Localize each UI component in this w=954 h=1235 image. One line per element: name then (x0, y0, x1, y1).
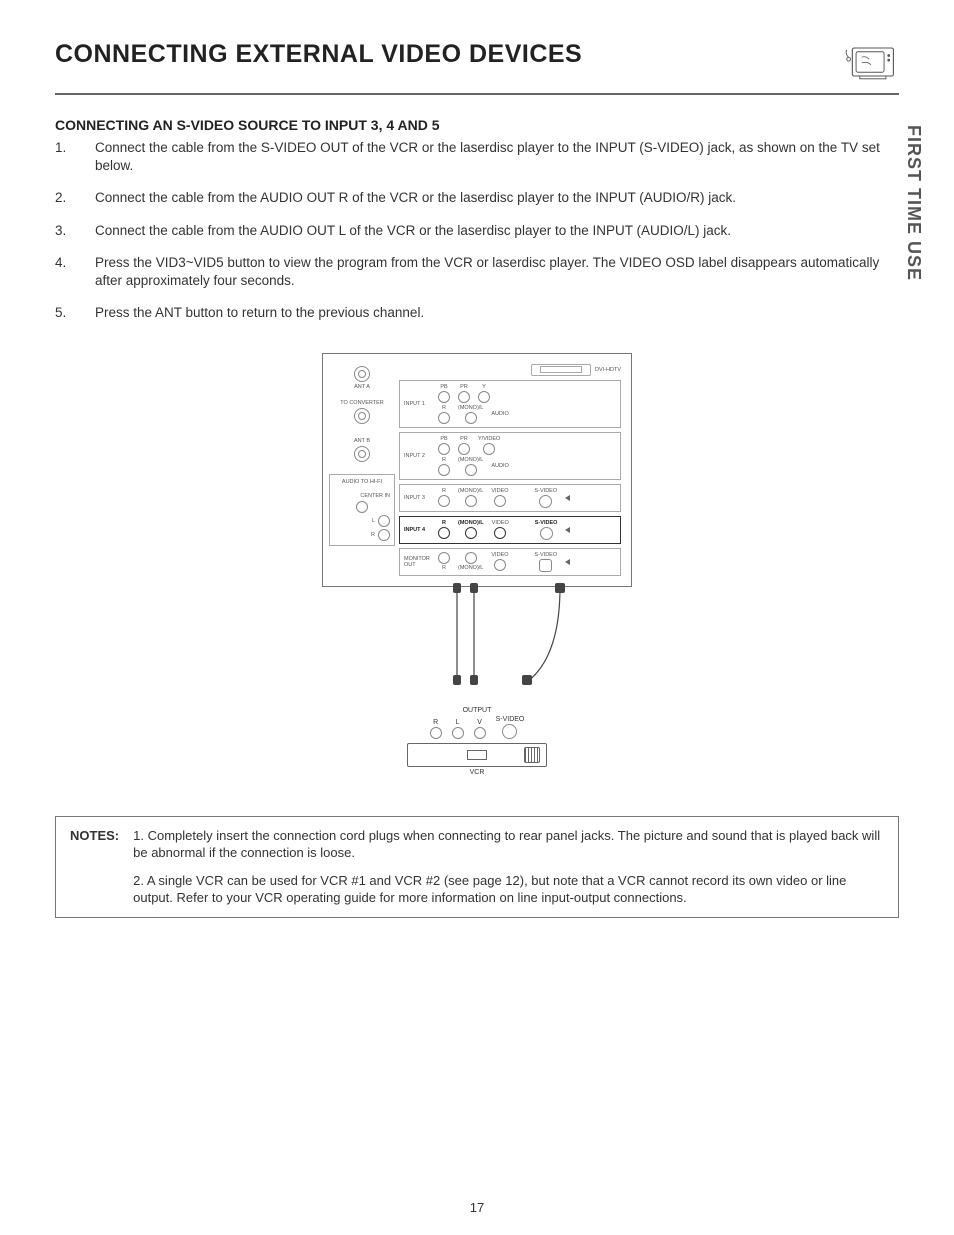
triangle-left-icon (565, 495, 570, 501)
coax-jack-icon (354, 366, 370, 382)
vcr-label: VCR (322, 769, 632, 776)
dvi-port-icon (531, 364, 591, 376)
step-text: Connect the cable from the AUDIO OUT R o… (95, 189, 736, 207)
section-heading: CONNECTING AN S-VIDEO SOURCE TO INPUT 3,… (55, 117, 899, 133)
rca-jack-icon (356, 501, 368, 513)
input3-panel: INPUT 3 R (MONO)/L VIDEO S-VIDEO (399, 484, 621, 512)
cable-run-icon (322, 587, 632, 707)
step-text: Connect the cable from the S-VIDEO OUT o… (95, 139, 899, 175)
input2-panel: INPUT 2 PB PR Y/VIDEO R (MONO)/L (399, 432, 621, 480)
svideo-jack-icon (540, 527, 553, 540)
triangle-left-icon (565, 559, 570, 565)
step-text: Connect the cable from the AUDIO OUT L o… (95, 222, 731, 240)
rca-jack-icon (378, 529, 390, 541)
svideo-jack-icon (502, 724, 517, 739)
step-text: Press the ANT button to return to the pr… (95, 304, 424, 322)
triangle-left-icon (565, 527, 570, 533)
svideo-jack-icon (539, 495, 552, 508)
instruction-list: 1.Connect the cable from the S-VIDEO OUT… (55, 139, 899, 323)
page-number: 17 (0, 1200, 954, 1215)
vcr-device-icon (407, 743, 547, 767)
tv-icon (843, 40, 899, 89)
side-tab: FIRST TIME USE (903, 125, 924, 281)
page-title: CONNECTING EXTERNAL VIDEO DEVICES (55, 40, 582, 69)
vcr-output-jacks: R L V S-VIDEO (322, 716, 632, 739)
svideo-out-icon (539, 559, 552, 572)
monitor-out-panel: MONITOR OUT R (MONO)/L VIDEO S-VIDEO (399, 548, 621, 576)
notes-box: NOTES: 1. Completely insert the connecti… (55, 816, 899, 918)
rca-jack-icon (378, 515, 390, 527)
notes-label: NOTES: (70, 827, 119, 907)
input4-panel: INPUT 4 R (MONO)/L VIDEO S-VIDEO (399, 516, 621, 544)
connection-diagram: ANT A TO CONVERTER ANT B AUDIO TO HI-FI … (322, 353, 632, 776)
input1-panel: INPUT 1 PB PR Y R (MONO)/L (399, 380, 621, 428)
vcr-output-label: OUTPUT (322, 707, 632, 714)
note-item: 2. A single VCR can be used for VCR #1 a… (133, 872, 884, 907)
step-text: Press the VID3~VID5 button to view the p… (95, 254, 899, 290)
coax-jack-icon (354, 446, 370, 462)
coax-jack-icon (354, 408, 370, 424)
note-item: 1. Completely insert the connection cord… (133, 827, 884, 862)
